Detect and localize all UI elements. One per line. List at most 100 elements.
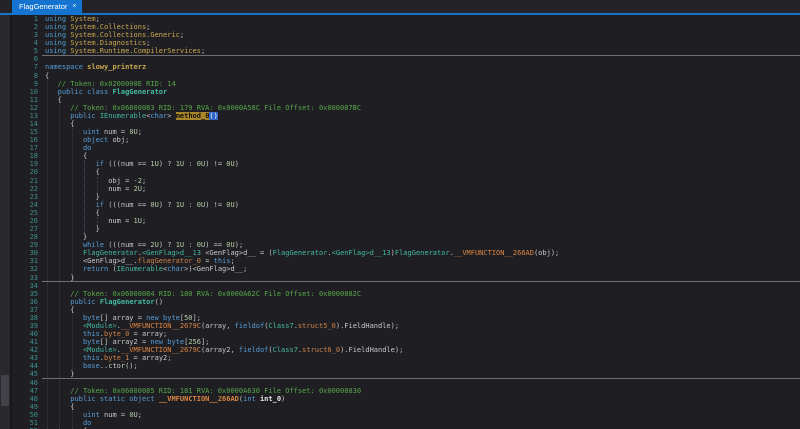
token: public static object <box>70 394 159 403</box>
code-line[interactable]: 50 uint num = 0U; <box>12 411 800 419</box>
token: using <box>45 23 71 32</box>
token: (array, <box>200 321 235 330</box>
code-line[interactable]: 8{ <box>12 72 800 80</box>
member-separator-line <box>42 378 800 380</box>
line-number: 28 <box>29 233 38 242</box>
code-line[interactable]: 21 obj = -2; <box>12 177 800 185</box>
code-text: namespace slowy_printerz <box>45 63 146 71</box>
code-line[interactable]: 18 { <box>12 152 800 160</box>
code-line[interactable]: 43 this.byte_1 = array2; <box>12 354 800 362</box>
code-line[interactable]: 4 using System.Diagnostics; <box>12 39 800 47</box>
line-number: 36 <box>29 297 38 306</box>
token: struct6_0 <box>302 346 341 355</box>
line-number: 49 <box>29 402 38 411</box>
code-line[interactable]: 32 return (IEnumerable<char>)<GenFlag>d_… <box>12 265 800 273</box>
line-number: 34 <box>29 281 38 290</box>
token: { <box>45 71 50 80</box>
token: slowy_printerz <box>87 63 147 72</box>
code-line[interactable]: 48 public static object __VMFUNCTION__26… <box>12 395 800 403</box>
code-line[interactable]: 25 { <box>12 209 800 217</box>
code-line[interactable]: 12 // Token: 0x06000083 RID: 179 RVA: 0x… <box>12 104 800 112</box>
code-line[interactable]: 15 uint num = 0U; <box>12 128 800 136</box>
code-line[interactable]: 36 public FlagGenerator() <box>12 298 800 306</box>
close-icon[interactable]: × <box>72 3 76 10</box>
code-line[interactable]: 28 } <box>12 233 800 241</box>
indent-guide <box>97 176 98 193</box>
panel-scrollbar[interactable] <box>0 15 10 429</box>
token: { <box>95 208 100 217</box>
code-line[interactable]: 14 { <box>12 120 800 128</box>
token: [] array = <box>99 313 147 322</box>
token: : <box>184 160 197 169</box>
token: 0U <box>150 200 159 209</box>
code-line[interactable]: 39 <Module>.__VMFUNCTION__2679C(array, f… <box>12 322 800 330</box>
code-line[interactable]: 10 public class FlagGenerator <box>12 88 800 96</box>
code-line[interactable]: 46 <box>12 379 800 387</box>
code-text: do <box>45 419 91 427</box>
code-line[interactable]: 30 FlagGenerator.<GenFlag>d__13 <GenFlag… <box>12 249 800 257</box>
token: // Token: 0x0200000E RID: 14 <box>57 79 176 88</box>
token: ; <box>230 257 235 266</box>
code-line[interactable]: 26 num = 1U; <box>12 217 800 225</box>
code-line[interactable]: 29 while (((num == 2U) ? 1U : 0U) == 0U)… <box>12 241 800 249</box>
code-line[interactable]: 35 // Token: 0x06000084 RID: 180 RVA: 0x… <box>12 290 800 298</box>
token: public class <box>57 87 113 96</box>
token: { <box>70 305 75 314</box>
code-line[interactable]: 13 public IEnumerable<char> method_0() <box>12 111 800 120</box>
code-line[interactable]: 9 // Token: 0x0200000E RID: 14 <box>12 80 800 88</box>
token: fieldof <box>238 346 269 355</box>
line-number: 4 <box>33 39 38 48</box>
line-number: 8 <box>33 71 38 80</box>
code-line[interactable]: 7 namespace slowy_printerz <box>12 63 800 71</box>
token: = array; <box>129 330 168 339</box>
line-number: 22 <box>29 184 38 193</box>
code-line[interactable]: 17 do <box>12 144 800 152</box>
code-line[interactable]: 49 { <box>12 403 800 411</box>
code-line[interactable]: 44 base..ctor(); <box>12 362 800 370</box>
code-line[interactable]: 23 } <box>12 193 800 201</box>
code-line[interactable]: 6 <box>12 55 800 63</box>
decompiler-window: FlagGenerator × 1 using System; 2 using Sys… <box>0 0 800 429</box>
tab-flaggenerator[interactable]: FlagGenerator × <box>12 0 83 13</box>
code-text: // Token: 0x0200000E RID: 14 <box>45 80 176 88</box>
token: ); <box>234 241 244 250</box>
token: ; <box>137 128 142 137</box>
token: System.Collections <box>70 23 147 32</box>
code-line[interactable]: 24 if (((num == 0U) ? 1U : 0U) != 0U) <box>12 201 800 209</box>
code-line[interactable]: 42 <Module>.__VMFUNCTION__2679C(array2, … <box>12 346 800 354</box>
code-line[interactable]: 41 byte[] array2 = new byte[256]; <box>12 338 800 346</box>
code-line[interactable]: 40 this.byte_0 = array; <box>12 330 800 338</box>
selected-text[interactable]: () <box>209 111 218 120</box>
code-line[interactable]: 2 using System.Collections; <box>12 23 800 31</box>
code-line[interactable]: 1 using System; <box>12 15 800 23</box>
code-line[interactable]: 19 if (((num == 1U) ? 1U : 0U) != 0U) <box>12 160 800 168</box>
code-editor[interactable]: 1 using System; 2 using System.Collections;… <box>12 15 800 429</box>
scrollbar-thumb[interactable] <box>1 375 9 406</box>
highlighted-symbol[interactable]: method_0 <box>175 111 210 120</box>
line-number: 27 <box>29 225 38 234</box>
code-line[interactable]: 16 object obj; <box>12 136 800 144</box>
code-line[interactable]: 37 { <box>12 306 800 314</box>
code-line[interactable]: 47 // Token: 0x06000085 RID: 181 RVA: 0x… <box>12 387 800 395</box>
code-line[interactable]: 22 num = 2U; <box>12 185 800 193</box>
code-line[interactable]: 27 } <box>12 225 800 233</box>
code-line[interactable]: 34 <box>12 282 800 290</box>
code-line[interactable]: 38 byte[] array = new byte[50]; <box>12 314 800 322</box>
code-line[interactable]: 20 { <box>12 168 800 176</box>
code-line[interactable]: 51 do <box>12 419 800 427</box>
line-number: 9 <box>33 79 38 88</box>
code-line[interactable]: 31 <GenFlag>d__.flagGenerator_0 = this; <box>12 257 800 265</box>
code-line[interactable]: 3 using System.Collections.Generic; <box>12 31 800 39</box>
token: (obj); <box>533 249 560 258</box>
code-line[interactable]: 11 { <box>12 96 800 104</box>
token: ; <box>146 39 151 48</box>
